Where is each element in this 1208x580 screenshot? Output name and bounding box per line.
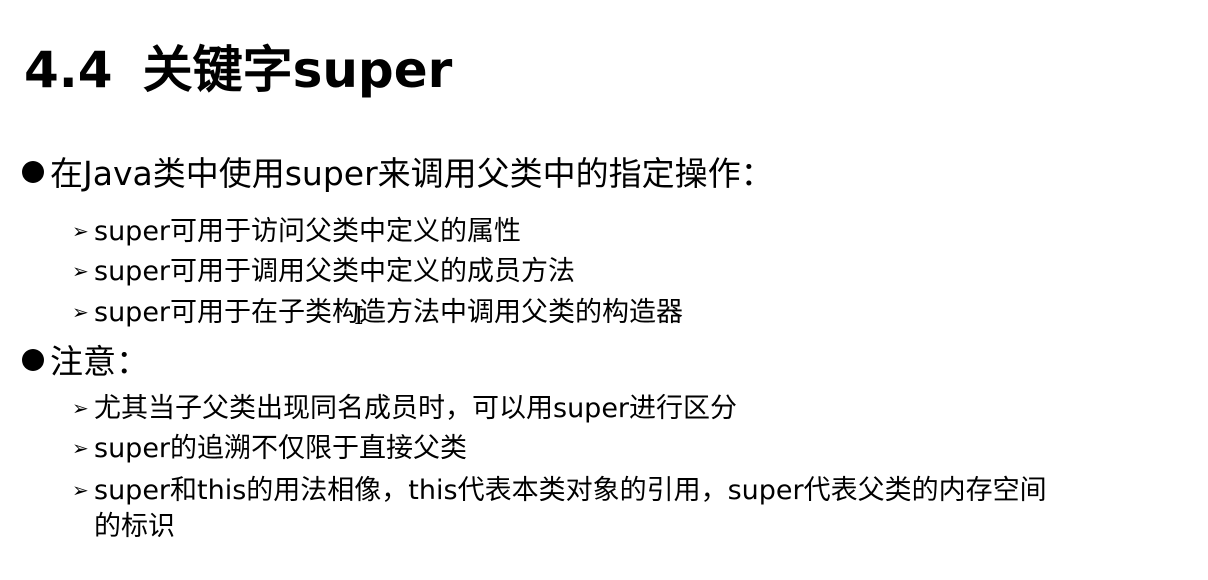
bullet-item: 注意： (22, 340, 149, 384)
sub-bullet-text: super可用于访问父类中定义的属性 (94, 216, 522, 247)
bullet-text: 注意： (50, 342, 149, 381)
sub-bullet-item: ➢ super可用于在子类构造方法中调用父类的构造器 (72, 294, 683, 331)
title-text: 关键字super (142, 41, 453, 99)
arrowhead-icon: ➢ (72, 396, 89, 420)
slide-title: 4.4 关键字super (24, 34, 452, 106)
bullet-dot-icon (22, 349, 44, 371)
bullet-text: 在Java类中使用super来调用父类中的指定操作： (50, 154, 774, 193)
sub-bullet-item: ➢ super和this的用法相像，this代表本类对象的引用，super代表父类… (72, 472, 1182, 545)
arrowhead-icon: ➢ (72, 478, 89, 502)
arrowhead-icon: ➢ (72, 259, 89, 283)
sub-bullet-text: super可用于调用父类中定义的成员方法 (94, 256, 576, 287)
sub-bullet-text-continuation: 的标识 (94, 511, 175, 542)
arrowhead-icon: ➢ (72, 436, 89, 460)
sub-bullet-text: super可用于在子类构造方法中调用父类的构造器 (94, 297, 684, 328)
arrowhead-icon: ➢ (72, 300, 89, 324)
sub-bullet-item: ➢ 尤其当子父类出现同名成员时，可以用super进行区分 (72, 390, 737, 427)
section-number: 4.4 (24, 41, 113, 99)
sub-bullet-text: super的追溯不仅限于直接父类 (94, 433, 468, 464)
sub-bullet-text: super和this的用法相像，this代表本类对象的引用，super代表父类的… (94, 475, 1047, 506)
slide: 4.4 关键字super 在Java类中使用super来调用父类中的指定操作： ➢… (0, 0, 1208, 580)
text-cursor-icon: I (354, 302, 364, 330)
sub-bullet-item: ➢ super可用于调用父类中定义的成员方法 (72, 253, 575, 290)
bullet-item: 在Java类中使用super来调用父类中的指定操作： (22, 152, 774, 196)
sub-bullet-item: ➢ super可用于访问父类中定义的属性 (72, 213, 521, 250)
bullet-dot-icon (22, 161, 44, 183)
arrowhead-icon: ➢ (72, 219, 89, 243)
sub-bullet-item: ➢ super的追溯不仅限于直接父类 (72, 430, 467, 467)
sub-bullet-text: 尤其当子父类出现同名成员时，可以用super进行区分 (94, 393, 738, 424)
